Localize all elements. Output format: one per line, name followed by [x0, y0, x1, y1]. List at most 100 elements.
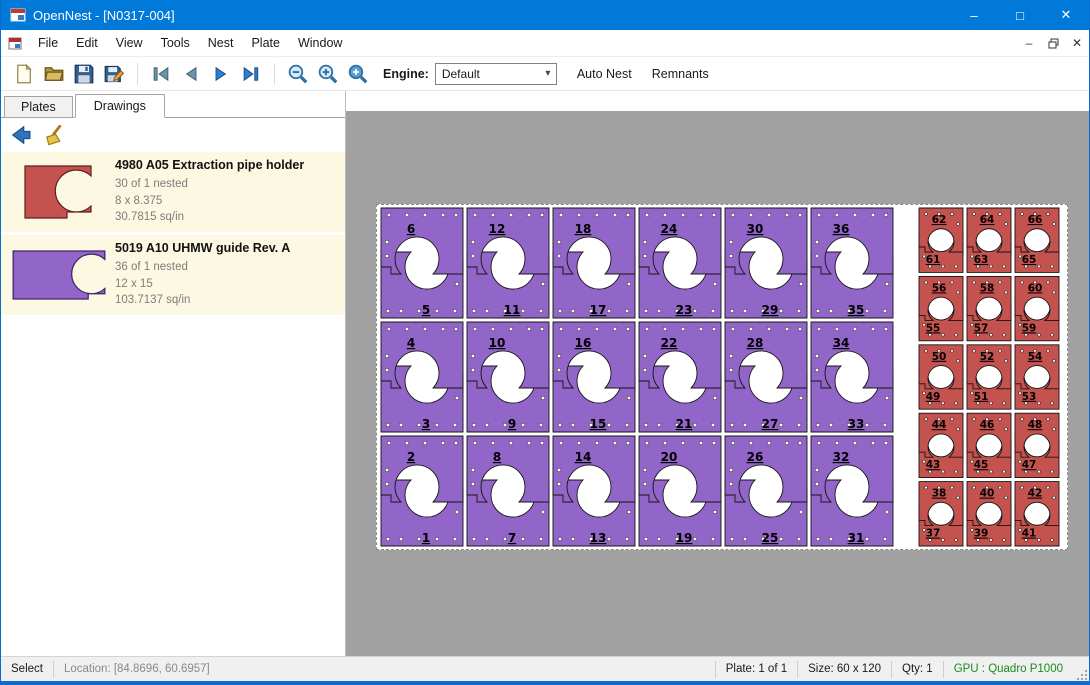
status-qty: Qty: 1	[892, 663, 943, 675]
part-number: 26	[747, 450, 764, 464]
resize-grip[interactable]	[1073, 657, 1089, 682]
open-folder-icon	[44, 64, 64, 84]
clear-drawings-button[interactable]	[41, 121, 69, 149]
purple-part[interactable]	[381, 322, 463, 388]
purple-part[interactable]	[725, 208, 807, 274]
purple-part[interactable]	[553, 208, 635, 274]
drawing-item-purple[interactable]: 5019 A10 UHMW guide Rev. A 36 of 1 neste…	[1, 235, 345, 315]
save-as-button[interactable]	[99, 60, 129, 88]
drawing-item-red[interactable]: 4980 A05 Extraction pipe holder 30 of 1 …	[1, 152, 345, 232]
mdi-close-button[interactable]: ✕	[1065, 32, 1089, 54]
purple-part[interactable]	[467, 208, 549, 274]
menu-nest[interactable]: Nest	[199, 32, 243, 54]
part-number: 33	[848, 417, 865, 431]
plate[interactable]: 6512111817242330293635431091615222128273…	[376, 204, 1068, 550]
part-number: 48	[1028, 419, 1043, 431]
next-plate-button[interactable]	[206, 60, 236, 88]
purple-part[interactable]	[811, 208, 893, 274]
part-number: 42	[1028, 488, 1043, 500]
minimize-button[interactable]: –	[951, 0, 997, 30]
part-number: 37	[926, 528, 941, 540]
part-number: 45	[974, 459, 989, 471]
status-bar: Select Location: [84.8696, 60.6957] Plat…	[1, 656, 1089, 681]
part-number: 5	[422, 303, 430, 317]
nest-cell: 65	[381, 208, 463, 318]
part-number: 59	[1022, 322, 1037, 334]
nest-cell: 6059	[1015, 276, 1059, 340]
close-button[interactable]: ✕	[1043, 0, 1089, 30]
nest-cell: 4039	[967, 482, 1011, 546]
purple-part[interactable]	[639, 208, 721, 274]
remnants-button[interactable]: Remnants	[642, 61, 719, 87]
purple-part[interactable]	[639, 436, 721, 502]
menu-file[interactable]: File	[29, 32, 67, 54]
menu-plate[interactable]: Plate	[242, 32, 289, 54]
purple-part[interactable]	[725, 322, 807, 388]
first-plate-button[interactable]	[146, 60, 176, 88]
part-number: 61	[926, 254, 941, 266]
menu-tools[interactable]: Tools	[152, 32, 199, 54]
nest-cell: 1413	[553, 436, 635, 546]
part-number: 16	[575, 336, 592, 350]
menu-view[interactable]: View	[107, 32, 152, 54]
mdi-document-icon	[8, 36, 23, 51]
left-panel: Plates Drawings	[1, 91, 346, 656]
purple-part[interactable]	[639, 322, 721, 388]
part-number: 28	[747, 336, 764, 350]
mdi-minimize-button[interactable]: –	[1017, 32, 1041, 54]
save-button[interactable]	[69, 60, 99, 88]
part-number: 1	[422, 531, 430, 545]
nest-cell: 43	[381, 322, 463, 432]
tab-plates[interactable]: Plates	[4, 96, 73, 118]
status-mode: Select	[1, 663, 53, 675]
first-arrow-icon	[151, 64, 171, 84]
drawing-area: 30.7815 sq/in	[115, 209, 341, 226]
part-number: 36	[833, 222, 850, 236]
drawing-title: 4980 A05 Extraction pipe holder	[115, 158, 341, 172]
import-drawing-button[interactable]	[7, 121, 35, 149]
nest-cell: 4443	[919, 413, 963, 477]
nest-cell: 2221	[639, 322, 721, 432]
menu-edit[interactable]: Edit	[67, 32, 107, 54]
tool-bar: Engine: Default ▾ Auto Nest Remnants	[1, 57, 1089, 91]
previous-plate-button[interactable]	[176, 60, 206, 88]
nest-plate-svg[interactable]: 6512111817242330293635431091615222128273…	[377, 205, 1067, 549]
purple-part[interactable]	[553, 322, 635, 388]
mdi-restore-button[interactable]	[1041, 32, 1065, 54]
menu-window[interactable]: Window	[289, 32, 351, 54]
engine-select[interactable]: Default ▾	[435, 63, 557, 85]
purple-part[interactable]	[725, 436, 807, 502]
purple-part[interactable]	[811, 322, 893, 388]
purple-part[interactable]	[381, 436, 463, 502]
app-window: OpenNest - [N0317-004] – □ ✕ FileEditVie…	[0, 0, 1090, 685]
part-number: 19	[676, 531, 693, 545]
tab-drawings[interactable]: Drawings	[75, 94, 165, 118]
zoom-in-button[interactable]	[313, 60, 343, 88]
nest-cell: 1817	[553, 208, 635, 318]
purple-part[interactable]	[811, 436, 893, 502]
part-number: 55	[926, 322, 941, 334]
part-number: 12	[489, 222, 506, 236]
part-number: 58	[980, 282, 995, 294]
zoom-out-button[interactable]	[283, 60, 313, 88]
part-number: 63	[974, 254, 989, 266]
purple-part[interactable]	[381, 208, 463, 274]
new-button[interactable]	[9, 60, 39, 88]
part-number: 18	[575, 222, 592, 236]
nest-canvas[interactable]: 6512111817242330293635431091615222128273…	[346, 111, 1089, 656]
drawing-list: 4980 A05 Extraction pipe holder 30 of 1 …	[1, 152, 345, 656]
last-plate-button[interactable]	[236, 60, 266, 88]
canvas-top-strip	[346, 91, 1089, 111]
engine-value: Default	[436, 67, 540, 81]
purple-part[interactable]	[467, 322, 549, 388]
maximize-button[interactable]: □	[997, 0, 1043, 30]
purple-part[interactable]	[467, 436, 549, 502]
auto-nest-button[interactable]: Auto Nest	[567, 61, 642, 87]
nest-cell: 21	[381, 436, 463, 546]
zoom-fit-button[interactable]	[343, 60, 373, 88]
purple-part[interactable]	[553, 436, 635, 502]
nest-cell: 87	[467, 436, 549, 546]
drawings-toolbar	[1, 118, 345, 152]
open-button[interactable]	[39, 60, 69, 88]
drawing-nested: 36 of 1 nested	[115, 259, 341, 276]
